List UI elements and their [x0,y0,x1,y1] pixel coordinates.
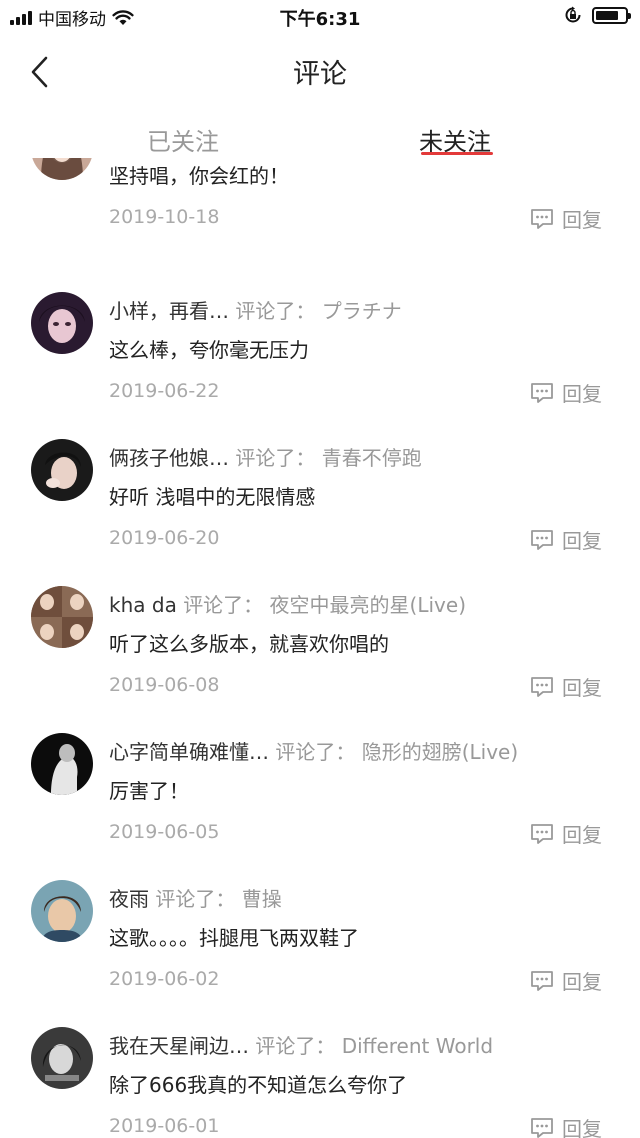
reply-label: 回复 [562,1117,602,1138]
comment-item[interactable]: kha da 评论了： 夜空中最亮的星(Live) 听了这么多版本，就喜欢你唱的… [0,586,640,733]
comment-date: 2019-06-08 [109,674,220,696]
avatar[interactable] [31,292,93,354]
comment-header: 俩孩子他娘… 评论了： 青春不停跑 [109,442,422,471]
status-right [564,6,631,24]
comment-bubble-icon [531,208,553,229]
reply-button[interactable]: 回复 [530,525,602,554]
avatar[interactable] [31,733,93,795]
comment-header: kha da 评论了： 夜空中最亮的星(Live) [109,589,466,618]
comment-action: 评论了： [155,887,236,911]
rotation-lock-icon [565,6,581,23]
comment-username[interactable]: 小样，再看… [109,299,229,323]
comment-song[interactable]: Different World [342,1034,493,1058]
tab-bar: 已关注 未关注 [0,106,640,164]
comment-song[interactable]: 青春不停跑 [322,446,422,470]
comment-item[interactable]: 我在天星闸边… 评论了： Different World 除了666我真的不知道… [0,1027,640,1138]
reply-label: 回复 [562,823,602,847]
comment-date: 2019-06-01 [109,1115,220,1137]
reply-button[interactable]: 回复 [530,378,602,407]
comment-song[interactable]: 隐形的翅膀(Live) [362,740,518,764]
comment-username[interactable]: 夜雨 [109,887,149,911]
tab-followed[interactable]: 已关注 [147,122,219,157]
comment-header: 我在天星闸边… 评论了： Different World [109,1030,493,1059]
status-time: 下午6:31 [279,9,361,30]
comment-item[interactable]: 坚持唱，你会红的！ 2019-10-18 回复 [0,158,640,265]
comment-song[interactable]: プラチナ [322,299,402,323]
comment-text: 好听 浅唱中的无限情感 [109,485,316,509]
comment-item[interactable]: 夜雨 评论了： 曹操 这歌。。。。抖腿甩飞两双鞋了 2019-06-02 回复 [0,880,640,1027]
comment-username[interactable]: 我在天星闸边… [109,1034,249,1058]
reply-button[interactable]: 回复 [530,966,602,995]
comment-text: 听了这么多版本，就喜欢你唱的 [109,632,389,656]
reply-label: 回复 [562,208,602,232]
comment-username[interactable]: 心字简单确难懂… [109,740,269,764]
comment-action: 评论了： [183,593,264,617]
reply-button[interactable]: 回复 [530,1113,602,1138]
comment-item[interactable]: 俩孩子他娘… 评论了： 青春不停跑 好听 浅唱中的无限情感 2019-06-20… [0,439,640,586]
comment-action: 评论了： [235,299,316,323]
comment-item[interactable]: 小样，再看… 评论了： プラチナ 这么棒，夸你毫无压力 2019-06-22 回… [0,292,640,439]
comment-action: 评论了： [275,740,356,764]
comment-date: 2019-06-22 [109,380,220,402]
comment-text: 这么棒，夸你毫无压力 [109,338,309,362]
reply-button[interactable]: 回复 [530,204,602,233]
comment-date: 2019-06-02 [109,968,220,990]
reply-button[interactable]: 回复 [530,819,602,848]
comment-bubble-icon [531,529,553,550]
comment-list[interactable]: 坚持唱，你会红的！ 2019-10-18 回复 小样，再看… 评论了： プラチナ… [0,158,640,1138]
comments-screen: 中国移动 下午6:31 评论 已关注 未关注 坚持唱，你会红的！ 2019-10… [0,0,640,1138]
avatar[interactable] [31,1027,93,1089]
active-tab-indicator [421,152,493,155]
comment-bubble-icon [531,382,553,403]
avatar[interactable] [31,439,93,501]
comment-bubble-icon [531,970,553,991]
avatar[interactable] [31,586,93,648]
reply-label: 回复 [562,529,602,553]
reply-label: 回复 [562,676,602,700]
comment-item[interactable]: 心字简单确难懂… 评论了： 隐形的翅膀(Live) 厉害了！ 2019-06-0… [0,733,640,880]
comment-date: 2019-06-20 [109,527,220,549]
comment-date: 2019-10-18 [109,206,220,228]
comment-header: 心字简单确难懂… 评论了： 隐形的翅膀(Live) [109,736,518,765]
comment-song[interactable]: 曹操 [242,887,282,911]
comment-username[interactable]: 俩孩子他娘… [109,446,229,470]
comment-action: 评论了： [255,1034,336,1058]
comment-username[interactable]: kha da [109,593,177,617]
comment-header: 夜雨 评论了： 曹操 [109,883,282,912]
comment-bubble-icon [531,823,553,844]
comment-bubble-icon [531,676,553,697]
reply-button[interactable]: 回复 [530,672,602,701]
comment-action: 评论了： [235,446,316,470]
avatar[interactable] [31,158,93,180]
comment-text: 厉害了！ [109,779,189,803]
reply-label: 回复 [562,382,602,406]
battery-icon [592,6,631,24]
comment-bubble-icon [531,1117,553,1138]
status-bar: 中国移动 下午6:31 [0,0,640,34]
comment-text: 坚持唱，你会红的！ [109,164,289,188]
page-title: 评论 [293,59,347,90]
comment-text: 这歌。。。。抖腿甩飞两双鞋了 [109,926,359,950]
comment-song[interactable]: 夜空中最亮的星(Live) [270,593,466,617]
nav-bar: 评论 [0,34,640,106]
reply-label: 回复 [562,970,602,994]
comment-header: 小样，再看… 评论了： プラチナ [109,295,402,324]
comment-text: 除了666我真的不知道怎么夸你了 [109,1073,408,1097]
avatar[interactable] [31,880,93,942]
comment-date: 2019-06-05 [109,821,220,843]
